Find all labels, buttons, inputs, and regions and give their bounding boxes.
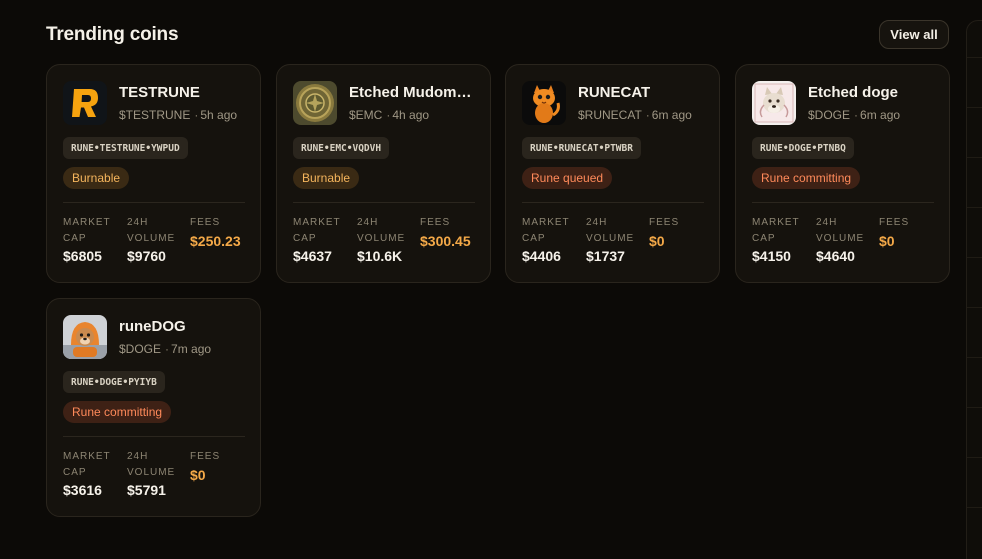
coin-card-etched-mudomaru[interactable]: Etched Mudomaru $EMC · 4h ago RUNE•EMC•VQD…	[276, 64, 491, 283]
coin-name: Etched doge	[808, 84, 899, 101]
rune-id-tag: RUNE•EMC•VQDVH	[293, 137, 390, 159]
fees-label: FEES	[420, 217, 451, 228]
market-cap-label: MARKET CAP	[63, 217, 111, 244]
volume-label: 24H VOLUME	[816, 217, 865, 244]
status-badge: Rune committing	[63, 401, 172, 423]
coin-meta: $EMC · 4h ago	[349, 108, 429, 122]
divider	[63, 436, 245, 437]
market-cap-label: MARKET CAP	[752, 217, 800, 244]
coin-name: Etched Mudomaru	[349, 84, 479, 101]
coin-ticker: $DOGE	[808, 108, 851, 122]
hooded-dog-icon	[63, 315, 107, 359]
coin-card-runecat[interactable]: RUNECAT $RUNECAT · 6m ago RUNE•RUNECAT•PTW…	[505, 64, 720, 283]
fees-label: FEES	[649, 217, 680, 228]
coin-meta: $DOGE · 6m ago	[808, 108, 900, 122]
coin-age: 4h ago	[392, 108, 430, 122]
status-badge: Rune queued	[522, 167, 613, 189]
volume-value: $10.6K	[357, 248, 403, 264]
fees-value: $250.23	[190, 233, 241, 249]
coin-name: TESTRUNE	[119, 84, 200, 101]
status-badge: Burnable	[293, 167, 360, 189]
coin-meta: $DOGE · 7m ago	[119, 342, 211, 356]
rune-id-tag: RUNE•DOGE•PYIYB	[63, 371, 165, 393]
coin-age: 5h ago	[200, 108, 238, 122]
coin-age: 6m ago	[651, 108, 692, 122]
gold-coin-icon	[293, 81, 337, 125]
volume-value: $9760	[127, 248, 166, 264]
market-cap-value: $6805	[63, 248, 102, 264]
trending-coins-page: Trending coins View all TESTRUNE $TESTRU…	[0, 0, 982, 559]
view-all-button[interactable]: View all	[879, 20, 949, 49]
divider	[63, 202, 245, 203]
fees-value: $0	[879, 233, 895, 249]
volume-value: $5791	[127, 482, 166, 498]
side-panel	[966, 20, 982, 559]
market-cap-value: $4150	[752, 248, 791, 264]
rune-id-tag: RUNE•DOGE•PTNBQ	[752, 137, 854, 159]
coin-ticker: $EMC	[349, 108, 383, 122]
r-logo-icon	[63, 81, 107, 125]
fees-label: FEES	[190, 217, 221, 228]
meta-separator: ·	[645, 108, 650, 122]
coin-card-etched-doge[interactable]: Etched doge $DOGE · 6m ago RUNE•DOGE•PTNBQ…	[735, 64, 950, 283]
status-badge: Rune committing	[752, 167, 861, 189]
coin-name: runeDOG	[119, 318, 186, 335]
coin-age: 7m ago	[171, 342, 212, 356]
market-cap-label: MARKET CAP	[63, 451, 111, 478]
coin-name: RUNECAT	[578, 84, 651, 101]
coin-meta: $RUNECAT · 6m ago	[578, 108, 692, 122]
divider	[522, 202, 704, 203]
cat-icon	[522, 81, 566, 125]
rune-id-tag: RUNE•TESTRUNE•YWPUD	[63, 137, 188, 159]
divider	[752, 202, 934, 203]
meta-separator: ·	[386, 108, 391, 122]
divider	[293, 202, 475, 203]
market-cap-value: $4406	[522, 248, 561, 264]
fees-label: FEES	[190, 451, 221, 462]
volume-value: $1737	[586, 248, 625, 264]
coin-ticker: $TESTRUNE	[119, 108, 191, 122]
section-title: Trending coins	[46, 24, 179, 45]
coin-card-runedog[interactable]: runeDOG $DOGE · 7m ago RUNE•DOGE•PYIYB Run…	[46, 298, 261, 517]
market-cap-value: $4637	[293, 248, 332, 264]
coin-card-testrune[interactable]: TESTRUNE $TESTRUNE · 5h ago RUNE•TESTRUNE•…	[46, 64, 261, 283]
meta-separator: ·	[165, 342, 170, 356]
volume-label: 24H VOLUME	[357, 217, 406, 244]
market-cap-label: MARKET CAP	[522, 217, 570, 244]
meta-separator: ·	[854, 108, 859, 122]
volume-label: 24H VOLUME	[127, 451, 176, 478]
fees-label: FEES	[879, 217, 910, 228]
doge-icon	[752, 81, 796, 125]
rune-id-tag: RUNE•RUNECAT•PTWBR	[522, 137, 641, 159]
meta-separator: ·	[194, 108, 199, 122]
volume-value: $4640	[816, 248, 855, 264]
market-cap-value: $3616	[63, 482, 102, 498]
fees-value: $300.45	[420, 233, 471, 249]
fees-value: $0	[190, 467, 206, 483]
volume-label: 24H VOLUME	[586, 217, 635, 244]
volume-label: 24H VOLUME	[127, 217, 176, 244]
market-cap-label: MARKET CAP	[293, 217, 341, 244]
fees-value: $0	[649, 233, 665, 249]
coin-ticker: $RUNECAT	[578, 108, 642, 122]
coin-meta: $TESTRUNE · 5h ago	[119, 108, 237, 122]
status-badge: Burnable	[63, 167, 130, 189]
coin-ticker: $DOGE	[119, 342, 162, 356]
coin-age: 6m ago	[860, 108, 901, 122]
